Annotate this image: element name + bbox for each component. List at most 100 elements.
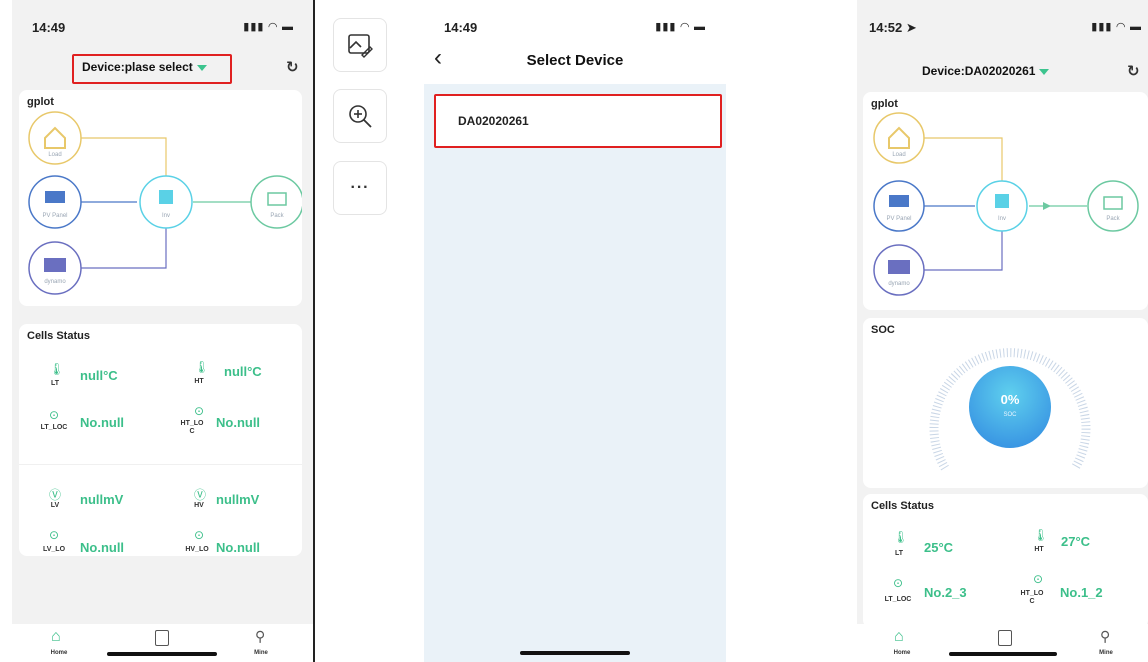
cell-value-ht: 27°C [1061,534,1091,549]
tab-home-label: Home [50,650,68,656]
right-phone-screen: 14:52 ➤ ▮▮▮ ◠ ▬ Device:DA02020261 ↻ gplo… [857,0,1148,662]
load-node-label: Load [48,152,61,158]
status-time: 14:49 [32,20,66,35]
cell-label-lt-loc: LT_LOC [40,424,68,431]
more-icon: ··· [350,179,370,196]
cell-label-lt: LT [50,380,60,387]
cell-value-lt: null°C [80,368,118,383]
left-phone-border [313,0,315,662]
cell-label-ht: HT [194,378,204,385]
cell-value-lt-loc: No.null [80,415,125,430]
soc-value: 0% [1000,392,1020,407]
dynamo-line [67,228,167,269]
tab-mine[interactable]: ⚲ Mine [246,628,276,660]
document-icon [998,630,1012,646]
status-time: 14:49 [444,20,478,35]
inv-node-label: Inv [162,213,170,219]
location-pin-icon: ⊙ [893,576,904,590]
pv-node-label: PV Panel [42,213,67,219]
cell-value-ht: null°C [224,364,262,379]
cell-label-lt: LT [894,550,904,557]
person-icon: ⚲ [255,628,266,644]
image-edit-button[interactable] [333,18,387,72]
tab-mine-label: Mine [1099,650,1113,656]
person-icon: ⚲ [1100,628,1111,644]
voltage-icon: Ⓥ [49,488,62,502]
cell-label-lv: LV [50,502,60,509]
gplot-card: gplot Load PV Panel Inv Pack dynamo [863,92,1148,310]
zoom-in-button[interactable] [333,89,387,143]
home-icon: ⌂ [894,628,904,645]
tab-bar: ⌂ Home ⚲ Mine [12,624,314,662]
cells-divider [19,464,302,465]
zoom-in-icon [349,105,372,128]
inv-node-label: Inv [998,216,1006,222]
load-node-label: Load [892,152,905,158]
left-phone-screen: 14:49 ▮▮▮ ◠ ▬ Device:plase select ↻ gplo… [12,0,314,662]
status-bar: 14:49 ▮▮▮ ◠ ▬ [424,0,726,50]
cell-value-hv-loc: No.null [216,540,261,555]
page-title: Select Device [526,52,624,69]
pack-node-label: Pack [270,213,284,219]
refresh-icon[interactable]: ↻ [1127,62,1140,80]
soc-dial: 0% SOC [969,366,1051,448]
status-time-text: 14:52 [869,20,903,35]
solar-panel-icon [889,195,909,207]
cell-label-ht-loc: HT_LO C [1020,590,1044,605]
soc-sub-label: SOC [1003,412,1017,418]
gplot-diagram: Load PV Panel Inv Pack dynamo [28,111,302,295]
home-indicator [107,652,217,656]
cell-label-hv: HV [194,502,204,509]
cell-value-lv-loc: No.null [80,540,125,555]
refresh-icon[interactable]: ↻ [286,58,299,76]
location-pin-icon: ⊙ [1033,572,1044,586]
signal-wifi-battery-icon: ▮▮▮ ◠ ▬ [243,21,294,33]
location-pin-icon: ⊙ [49,408,60,422]
pack-node [250,175,302,229]
thermometer-icon: 🌡︎ [49,362,65,376]
dropdown-caret-icon [1039,68,1050,75]
cell-label-lt-loc: LT_LOC [884,596,912,603]
cells-status-card: Cells Status 🌡︎ LT null°C 🌡︎ HT null°C ⊙… [19,324,302,556]
signal-wifi-battery-icon: ▮▮▮ ◠ ▬ [1091,21,1142,33]
inverter-icon [995,194,1009,208]
flow-arrow-icon [1043,202,1051,210]
gplot-card: gplot Load PV Panel Inv Pack dynamo [19,90,302,306]
thermometer-icon: 🌡︎ [1033,528,1049,542]
soc-card: SOC 0% SOC [863,318,1148,488]
device-selector[interactable]: Device:DA02020261 [922,64,1050,78]
cell-value-lt: 25°C [924,540,954,555]
solar-panel-icon [45,191,65,203]
thermometer-icon: 🌡︎ [194,360,210,374]
dynamo-line [911,230,1003,271]
cell-label-hv-loc: HV_LO [185,546,209,553]
cell-label-lv-loc: LV_LO [42,546,66,553]
tab-home[interactable]: ⌂ Home [887,628,917,660]
cell-label-ht-loc: HT_LO C [180,420,204,435]
location-arrow-icon: ➤ [905,20,917,35]
cell-value-lv: nullmV [80,492,124,507]
home-indicator [949,652,1057,656]
device-selector-highlight [72,54,232,84]
tab-mine-label: Mine [254,650,268,656]
cells-status-title: Cells Status [27,330,90,342]
cell-value-hv: nullmV [216,492,260,507]
home-indicator [520,651,630,655]
cell-value-ht-loc: No.null [216,415,261,430]
middle-phone-screen: 14:49 ▮▮▮ ◠ ▬ ‹ Select Device DA02020261 [424,0,726,662]
dynamo-node-label: dynamo [44,279,66,285]
tab-home-label: Home [893,650,911,656]
status-bar: 14:52 ➤ ▮▮▮ ◠ ▬ [857,0,1148,50]
tab-home[interactable]: ⌂ Home [44,628,74,660]
cell-value-ht-loc: No.1_2 [1060,585,1103,600]
location-pin-icon: ⊙ [194,528,205,542]
home-icon: ⌂ [51,628,61,645]
tab-mine[interactable]: ⚲ Mine [1091,628,1121,660]
location-pin-icon: ⊙ [194,404,205,418]
cells-status-card: Cells Status 🌡︎ LT 25°C 🌡︎ HT 27°C ⊙ LT_… [863,494,1148,628]
more-button[interactable]: ··· [333,161,387,215]
generator-icon [888,260,910,274]
pack-node-label: Pack [1106,216,1120,222]
signal-wifi-battery-icon: ▮▮▮ ◠ ▬ [655,21,706,33]
pv-node-label: PV Panel [886,216,911,222]
